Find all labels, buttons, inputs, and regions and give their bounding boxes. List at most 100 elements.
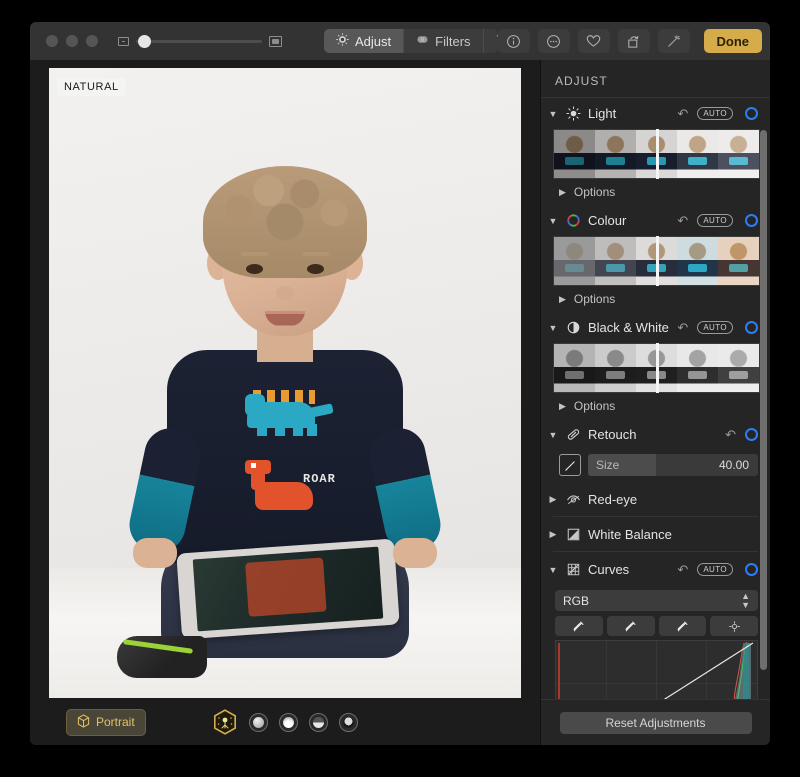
lighting-option-studio-light[interactable] [249, 712, 268, 732]
rotate-icon[interactable] [617, 29, 650, 53]
tab-adjust[interactable]: Adjust [324, 29, 405, 53]
auto-badge[interactable]: AUTO [697, 214, 733, 227]
white-point-eyedropper[interactable] [658, 616, 707, 636]
light-options-row[interactable]: ▶ Options [541, 179, 770, 205]
auto-badge[interactable]: AUTO [697, 563, 733, 576]
retouch-size-slider[interactable]: Size 40.00 [588, 454, 758, 476]
photo-image[interactable]: ROAR NATURAL [49, 67, 521, 698]
zoom-slider-knob[interactable] [138, 34, 151, 48]
filmstrip-thumb[interactable] [677, 237, 718, 285]
portrait-badge[interactable]: Portrait [66, 708, 146, 736]
reset-icon[interactable]: ↶ [677, 562, 688, 578]
photo-shirt-text: ROAR [303, 471, 336, 486]
tab-filters[interactable]: Filters [404, 29, 484, 53]
small-photo-icon [118, 36, 129, 46]
section-retouch[interactable]: ▼ Retouch ↶ [541, 419, 770, 449]
disclosure-triangle-icon[interactable]: ▶ [559, 187, 566, 198]
adjust-panel: ADJUST ▼ Light ↶ AUTO ▶ Options ▼ Colour… [540, 60, 770, 745]
section-red-eye-label: Red-eye [588, 492, 638, 507]
disclosure-triangle-icon[interactable]: ▶ [559, 294, 566, 305]
panel-title: ADJUST [541, 60, 770, 98]
add-point-target[interactable] [710, 616, 758, 636]
disclosure-triangle-icon[interactable]: ▼ [547, 216, 559, 226]
colour-options-label: Options [573, 292, 616, 306]
eye-slash-icon [565, 491, 582, 508]
disclosure-triangle-icon[interactable]: ▼ [547, 565, 559, 575]
black-and-white-options-row[interactable]: ▶ Options [541, 393, 770, 419]
filmstrip-thumb[interactable] [595, 130, 636, 178]
more-options-icon[interactable] [537, 29, 570, 53]
panel-scrollbar[interactable] [760, 130, 767, 670]
done-button[interactable]: Done [703, 29, 762, 53]
brush-icon[interactable] [559, 454, 581, 476]
photo-tablet [176, 538, 400, 639]
section-light[interactable]: ▼ Light ↶ AUTO [541, 98, 770, 128]
reset-icon[interactable]: ↶ [677, 106, 688, 122]
reset-icon[interactable]: ↶ [677, 213, 688, 229]
reset-icon[interactable]: ↶ [725, 427, 736, 443]
gray-point-eyedropper[interactable] [606, 616, 655, 636]
filmstrip-position-indicator[interactable] [655, 343, 659, 393]
disclosure-triangle-icon[interactable]: ▶ [547, 494, 559, 505]
retouch-size-value: 40.00 [718, 458, 749, 472]
close-button[interactable] [46, 35, 58, 47]
filmstrip-thumb[interactable] [554, 344, 595, 392]
panel-footer: Reset Adjustments [541, 699, 770, 745]
filmstrip-thumb[interactable] [718, 344, 759, 392]
black-and-white-filmstrip[interactable] [553, 343, 760, 393]
auto-badge[interactable]: AUTO [697, 107, 733, 120]
filmstrip-position-indicator[interactable] [655, 129, 659, 179]
curves-channel-select[interactable]: RGB ▲ ▼ [555, 590, 758, 611]
disclosure-triangle-icon[interactable]: ▼ [547, 323, 559, 333]
light-options-label: Options [573, 185, 616, 199]
filmstrip-thumb[interactable] [718, 237, 759, 285]
photos-editor-window: Adjust Filters Crop [30, 22, 770, 745]
photo-eye-right [307, 263, 324, 274]
lighting-option-stage-light[interactable] [309, 712, 328, 732]
lighting-option-natural-light[interactable] [212, 709, 238, 735]
zoom-slider-track[interactable] [136, 34, 262, 48]
tab-adjust-label: Adjust [355, 33, 392, 49]
section-black-and-white[interactable]: ▼ Black & White ↶ AUTO [541, 312, 770, 342]
section-white-balance-label: White Balance [588, 527, 672, 542]
filmstrip-thumb[interactable] [554, 130, 595, 178]
section-toggle[interactable] [745, 214, 758, 227]
magic-wand-icon[interactable] [657, 29, 690, 53]
disclosure-triangle-icon[interactable]: ▼ [547, 109, 559, 119]
favorite-heart-icon[interactable] [577, 29, 610, 53]
colour-filmstrip[interactable] [553, 236, 760, 286]
light-filmstrip[interactable] [553, 129, 760, 179]
disclosure-triangle-icon[interactable]: ▶ [559, 401, 566, 412]
section-curves[interactable]: ▼ Curves ↶ AUTO [541, 554, 770, 584]
section-toggle[interactable] [745, 563, 758, 576]
reset-adjustments-button[interactable]: Reset Adjustments [559, 711, 752, 734]
filmstrip-position-indicator[interactable] [655, 236, 659, 286]
filmstrip-thumb[interactable] [718, 130, 759, 178]
section-toggle[interactable] [745, 321, 758, 334]
filmstrip-thumb[interactable] [677, 130, 718, 178]
disclosure-triangle-icon[interactable]: ▶ [547, 529, 559, 540]
lighting-option-stage-light-mono[interactable] [339, 712, 358, 732]
reset-icon[interactable]: ↶ [677, 320, 688, 336]
section-toggle[interactable] [745, 428, 758, 441]
section-colour[interactable]: ▼ Colour ↶ AUTO [541, 205, 770, 235]
colour-options-row[interactable]: ▶ Options [541, 286, 770, 312]
curves-histogram[interactable] [555, 640, 758, 699]
maximize-button[interactable] [86, 35, 98, 47]
filmstrip-thumb[interactable] [595, 344, 636, 392]
lighting-option-contour-light[interactable] [279, 712, 298, 732]
zoom-slider[interactable] [118, 34, 282, 48]
filmstrip-thumb[interactable] [595, 237, 636, 285]
disclosure-triangle-icon[interactable]: ▼ [547, 430, 559, 440]
black-point-eyedropper[interactable] [555, 616, 603, 636]
section-toggle[interactable] [745, 107, 758, 120]
section-red-eye[interactable]: ▶ Red-eye [541, 484, 770, 514]
tab-crop[interactable]: Crop [484, 29, 498, 53]
auto-badge[interactable]: AUTO [697, 321, 733, 334]
filmstrip-thumb[interactable] [677, 344, 718, 392]
minimize-button[interactable] [66, 35, 78, 47]
filmstrip-thumb[interactable] [554, 237, 595, 285]
info-icon[interactable] [497, 29, 530, 53]
section-white-balance[interactable]: ▶ White Balance [541, 519, 770, 549]
curves-channel-row: RGB ▲ ▼ [555, 590, 758, 611]
